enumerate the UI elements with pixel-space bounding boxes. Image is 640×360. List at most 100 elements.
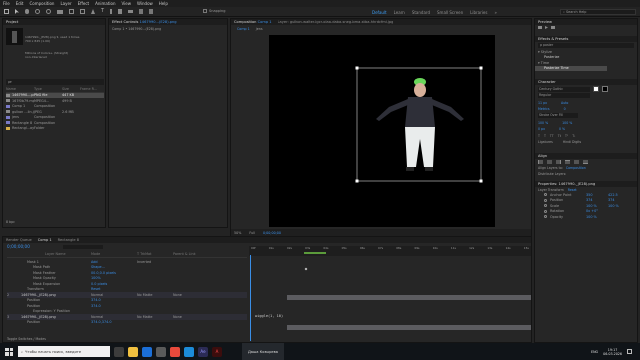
type-tool-icon[interactable]: T <box>101 9 104 14</box>
chevron-right-icon[interactable]: » <box>494 10 496 15</box>
viewer-timecode[interactable]: 0;00;00;00 <box>263 231 281 235</box>
row-value[interactable]: Normal <box>91 315 137 319</box>
tsume-field[interactable]: 0 % <box>559 127 565 131</box>
row-value[interactable]: 374.0,374.0 <box>91 320 137 324</box>
row-value[interactable]: 00.0,0.0 pixels <box>91 271 137 275</box>
taskbar-user-window[interactable]: Даша Козырева <box>242 343 284 360</box>
task-view-icon[interactable] <box>114 346 124 357</box>
effect-posterize-time[interactable]: Posterize Time <box>535 65 607 71</box>
first-frame-icon[interactable] <box>538 26 542 29</box>
row-value[interactable]: Shape... <box>91 265 137 269</box>
row-value[interactable]: 374.0 <box>91 298 137 302</box>
stroke-style-select[interactable]: Stroke Over Fill <box>538 113 578 118</box>
hindi-digits-checkbox[interactable]: Hindi Digits <box>563 140 581 144</box>
property-value[interactable]: 374 <box>586 198 608 202</box>
property-value[interactable]: 100 % <box>586 215 608 219</box>
project-item[interactable]: Rectangl...ayersFolder <box>6 126 104 132</box>
stopwatch-icon[interactable] <box>544 193 547 197</box>
pen-tool-icon[interactable] <box>91 9 95 14</box>
bpc-label[interactable]: 8 bpc <box>6 220 15 224</box>
clock[interactable]: 19:17 06.03.2026 <box>603 348 622 356</box>
store-icon[interactable] <box>156 346 166 357</box>
stopwatch-icon[interactable] <box>544 198 547 202</box>
home-icon[interactable] <box>4 9 9 14</box>
horizontal-scale-field[interactable]: 100 % <box>562 121 572 125</box>
acrobat-icon[interactable]: A <box>212 346 222 357</box>
row-parent[interactable]: None <box>173 315 182 319</box>
menu-help[interactable]: Help <box>159 1 168 6</box>
rectangle-tool-icon[interactable] <box>80 9 85 14</box>
menu-file[interactable]: File <box>3 1 10 6</box>
work-area-bar[interactable] <box>304 252 326 254</box>
playhead[interactable] <box>250 255 251 341</box>
rotate-tool-icon[interactable] <box>46 9 51 14</box>
align-middle-icon[interactable] <box>574 160 579 164</box>
taskbar-search-input[interactable]: ⌕ Чтобы начать поиск, введите <box>18 346 110 357</box>
eraser-tool-icon[interactable] <box>128 10 134 13</box>
property-value[interactable]: 0x +0° <box>586 209 608 213</box>
small-caps-button[interactable]: Tt <box>558 134 561 138</box>
tab-project[interactable]: Project <box>6 20 18 24</box>
play-icon[interactable] <box>545 26 548 29</box>
row-value[interactable]: 374.0 <box>91 304 137 308</box>
menu-effect[interactable]: Effect <box>78 1 90 6</box>
selection-tool-icon[interactable] <box>15 9 19 14</box>
layer-bar-3[interactable] <box>287 325 531 330</box>
zoom-tool-icon[interactable] <box>35 9 40 14</box>
row-value[interactable]: 0.0 pixels <box>91 282 137 286</box>
effects-search-input[interactable]: ρ poster <box>538 43 634 48</box>
tab-rectangle-8[interactable]: Rectangle 8 <box>58 238 79 242</box>
timeline-timecode[interactable]: 0;00;00;00 <box>7 244 30 249</box>
align-left-icon[interactable] <box>538 160 543 164</box>
expression-field[interactable]: wiggle(1, 10) <box>255 314 283 318</box>
keyframe-icon[interactable] <box>304 267 308 271</box>
menu-composition[interactable]: Composition <box>29 1 54 6</box>
stopwatch-icon[interactable] <box>544 215 547 219</box>
workspace-small-screen[interactable]: Small Screen <box>437 10 463 15</box>
toggle-switches-modes[interactable]: Toggle Switches / Modes <box>7 337 46 341</box>
superscript-button[interactable]: T¹ <box>565 134 568 138</box>
time-ruler[interactable]: 00f 01s 02s 03s 04s 05s 06s 07s 08s 09s 10s 11s 12s 1… <box>249 246 531 256</box>
fill-color-swatch[interactable] <box>593 86 599 92</box>
tab-preview[interactable]: Preview <box>538 20 552 24</box>
quality-select[interactable]: Full <box>249 231 255 235</box>
chrome-icon[interactable] <box>170 346 180 357</box>
workspace-libraries[interactable]: Libraries <box>470 10 487 15</box>
tab-comp1[interactable]: Comp 1 <box>38 238 52 242</box>
subtab-jens[interactable]: jens <box>256 27 263 31</box>
search-help-field[interactable]: ⌕ Search Help <box>560 9 636 15</box>
tab-layer[interactable]: Layer: gulkon-walter-lgcr-olaa-daba-sneg… <box>278 20 394 24</box>
tab-composition[interactable]: Composition Comp 1 <box>234 20 272 24</box>
font-family-select[interactable]: Century Gothic <box>538 86 590 92</box>
row-value[interactable]: Reset <box>91 287 137 291</box>
pan-tool-icon[interactable] <box>69 9 74 14</box>
zoom-select[interactable]: 50% <box>234 231 241 235</box>
project-search-input[interactable]: ρ▾ <box>6 79 104 85</box>
reset-button[interactable]: Reset <box>568 188 577 192</box>
faux-bold-button[interactable]: T <box>538 134 540 138</box>
notification-icon[interactable] <box>627 349 632 354</box>
row-extra[interactable]: Inverted <box>137 260 173 264</box>
kerning-field[interactable]: Metrics <box>538 107 550 111</box>
menu-animation[interactable]: Animation <box>95 1 115 6</box>
leading-field[interactable]: Auto <box>561 101 568 105</box>
row-value[interactable]: 100% <box>91 276 137 280</box>
row-extra[interactable]: No Matte <box>137 315 173 319</box>
font-style-select[interactable]: Regular <box>538 93 590 98</box>
align-right-icon[interactable] <box>556 160 561 164</box>
property-value[interactable]: 100 % <box>608 204 630 208</box>
menu-edit[interactable]: Edit <box>16 1 24 6</box>
windows-start-icon[interactable] <box>5 347 13 356</box>
tracking-field[interactable]: 0 <box>564 107 566 111</box>
hand-tool-icon[interactable] <box>25 9 29 14</box>
stroke-color-swatch[interactable] <box>602 86 608 92</box>
telegram-icon[interactable] <box>184 346 194 357</box>
property-value[interactable]: 422.5 <box>608 193 630 197</box>
font-size-field[interactable]: 11 px <box>538 101 547 105</box>
brush-tool-icon[interactable] <box>110 9 113 14</box>
stamp-tool-icon[interactable] <box>118 9 123 14</box>
property-value[interactable]: 100 % <box>586 204 608 208</box>
tab-render-queue[interactable]: Render Queue <box>6 238 32 242</box>
workspace-default[interactable]: Default <box>372 10 387 15</box>
after-effects-icon[interactable]: Ae <box>198 346 208 357</box>
